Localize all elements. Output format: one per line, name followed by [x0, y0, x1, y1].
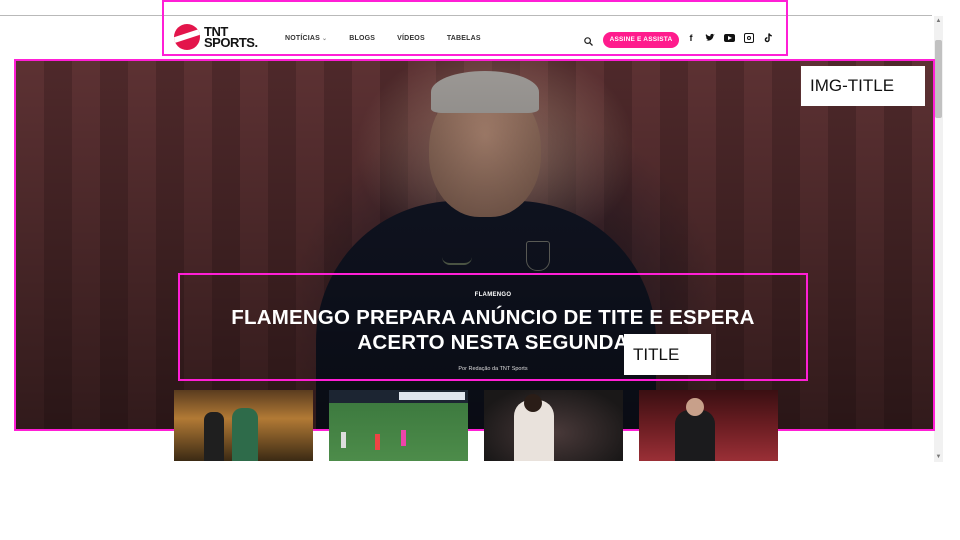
- scroll-down-arrow-icon[interactable]: ▼: [934, 452, 943, 462]
- nav-item-videos[interactable]: VÍDEOS: [397, 35, 425, 42]
- search-icon[interactable]: [584, 33, 593, 46]
- hero-byline: Por Redação da TNT Sports: [458, 366, 528, 372]
- headline-line-1: FLAMENGO PREPARA ANÚNCIO DE TITE E ESPER…: [231, 306, 755, 329]
- twitter-icon[interactable]: [705, 33, 715, 43]
- site-header: TNT SPORTS. NOTÍCIAS ⌄ BLOGS VÍDEOS TABEL…: [162, 0, 788, 56]
- main-nav: NOTÍCIAS ⌄ BLOGS VÍDEOS TABELAS: [285, 35, 503, 42]
- thumbnail-figure: [375, 434, 380, 450]
- hero-kicker[interactable]: FLAMENGO: [180, 292, 806, 298]
- title-annotation: TITLE: [624, 334, 711, 375]
- nav-item-noticias[interactable]: NOTÍCIAS ⌄: [285, 35, 327, 42]
- news-thumbnail-2[interactable]: [329, 390, 468, 461]
- thumbnail-ad-board: [399, 392, 465, 400]
- thumbnail-figure: [232, 408, 258, 461]
- tnt-sports-logo[interactable]: TNT SPORTS.: [174, 24, 258, 50]
- thumbnail-figure: [341, 432, 346, 448]
- tiktok-icon[interactable]: [763, 33, 773, 43]
- thumbnail-figure: [204, 412, 224, 461]
- subscribe-button[interactable]: ASSINE E ASSISTA: [603, 32, 679, 48]
- nav-item-label: NOTÍCIAS: [285, 35, 321, 42]
- news-thumbnail-1[interactable]: [174, 390, 313, 461]
- hero-headline[interactable]: FLAMENGO PREPARA ANÚNCIO DE TITE E ESPER…: [180, 305, 806, 355]
- thumbnail-figure-head: [524, 394, 542, 412]
- img-title-annotation: IMG-TITLE: [801, 66, 925, 106]
- hero-title-block[interactable]: FLAMENGO FLAMENGO PREPARA ANÚNCIO DE TIT…: [178, 273, 808, 381]
- scroll-up-arrow-icon[interactable]: ▲: [934, 16, 943, 26]
- scroll-thumb[interactable]: [935, 40, 942, 118]
- logo-line-2: SPORTS.: [204, 35, 258, 50]
- news-thumbnail-4[interactable]: [639, 390, 778, 461]
- thumbnail-figure: [401, 430, 406, 446]
- youtube-icon[interactable]: [724, 34, 735, 42]
- thumbnail-figure: [675, 410, 715, 461]
- headline-line-2: ACERTO NESTA SEGUNDA: [357, 331, 629, 354]
- logo-wordmark: TNT SPORTS.: [204, 25, 258, 50]
- tnt-logo-icon: [174, 24, 200, 50]
- instagram-icon[interactable]: [744, 33, 754, 43]
- nav-item-blogs[interactable]: BLOGS: [349, 35, 375, 42]
- facebook-icon[interactable]: f: [686, 33, 696, 43]
- thumbnail-figure-head: [686, 398, 704, 416]
- chevron-down-icon: ⌄: [322, 36, 328, 42]
- social-links: f: [686, 33, 773, 43]
- nav-item-tabelas[interactable]: TABELAS: [447, 35, 481, 42]
- news-thumbnail-3[interactable]: [484, 390, 623, 461]
- page-scrollbar[interactable]: ▲ ▼: [934, 16, 943, 462]
